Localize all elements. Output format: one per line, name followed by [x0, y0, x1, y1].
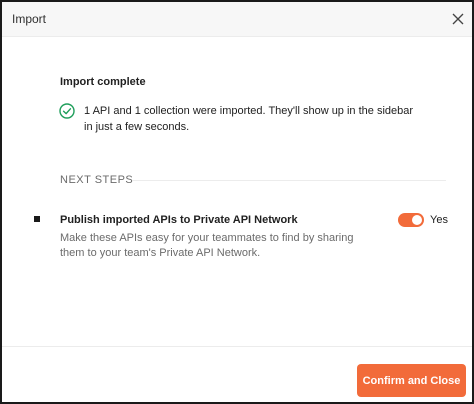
close-button[interactable] [449, 10, 467, 28]
check-circle-icon [59, 103, 75, 119]
next-steps-label: NEXT STEPS [60, 174, 134, 186]
publish-toggle[interactable] [398, 213, 424, 227]
next-steps-divider [133, 180, 446, 181]
import-success-message: 1 API and 1 collection were imported. Th… [84, 105, 414, 133]
footer-divider [2, 346, 472, 347]
step-bullet [34, 216, 40, 222]
confirm-and-close-button[interactable]: Confirm and Close [357, 364, 466, 397]
dialog-header: Import [2, 2, 472, 37]
import-dialog: Import Import complete 1 API and 1 colle… [0, 0, 474, 404]
publish-step-description: Make these APIs easy for your teammates … [60, 232, 354, 259]
publish-step-title: Publish imported APIs to Private API Net… [60, 214, 298, 226]
toggle-knob [412, 215, 422, 225]
close-icon [452, 13, 464, 25]
dialog-title: Import [12, 12, 47, 26]
toggle-label: Yes [430, 214, 448, 226]
import-complete-heading: Import complete [60, 76, 146, 88]
